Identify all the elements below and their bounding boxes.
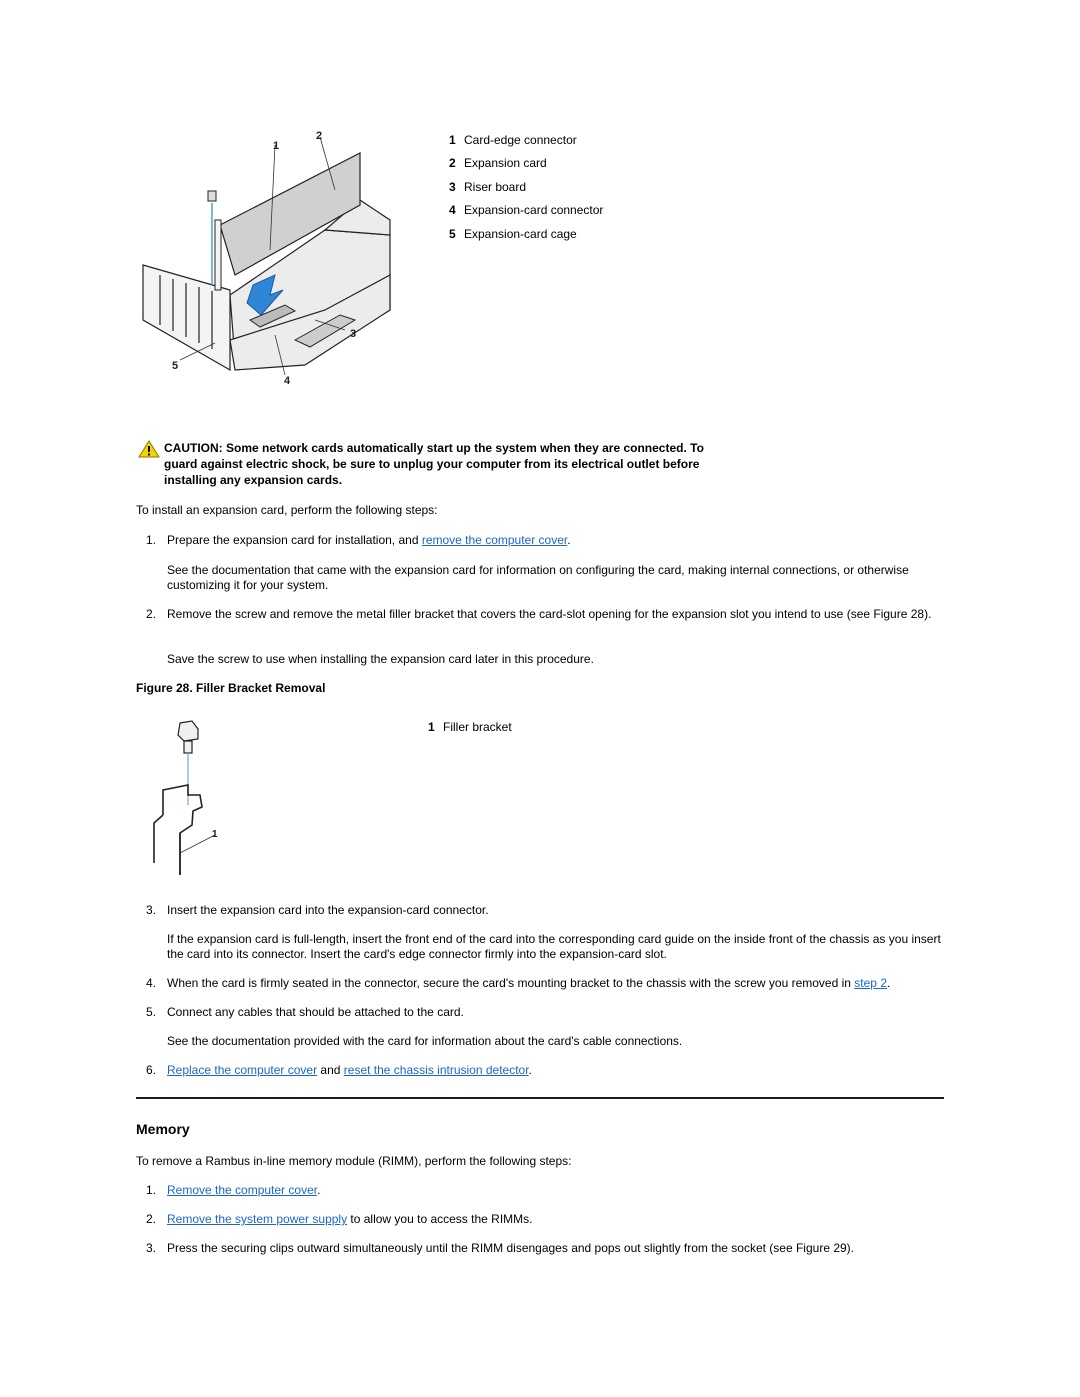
callout-4: 4 [284, 375, 291, 387]
legend-number: 4 [449, 203, 456, 218]
step-text: and [317, 1063, 344, 1077]
legend-item: 1 Card-edge connector [449, 132, 603, 155]
callout-5: 5 [172, 360, 178, 372]
step-number: 2. [146, 1212, 157, 1226]
legend-number: 5 [449, 226, 456, 241]
remove-cover-link[interactable]: Remove the computer cover [167, 1183, 317, 1197]
step-number: 5. [146, 1005, 157, 1019]
remove-cover-link[interactable]: remove the computer cover [422, 533, 567, 547]
expansion-card-installation-figure: 1 2 3 4 5 [142, 130, 391, 387]
figure-28-caption: Figure 28. Filler Bracket Removal [136, 681, 326, 695]
caution-text-line: guard against electric shock, be sure to… [164, 457, 700, 471]
step-number: 1. [146, 1183, 157, 1197]
legend-item: 2 Expansion card [449, 155, 603, 178]
step-number: 6. [146, 1063, 157, 1077]
step-5-note: See the documentation provided with the … [167, 1034, 683, 1048]
callout-3: 3 [350, 328, 356, 340]
legend-label: Filler bracket [443, 720, 512, 734]
install-step-5: 5. Connect any cables that should be att… [146, 1005, 946, 1020]
callout-2: 2 [316, 130, 322, 142]
install-intro: To install an expansion card, perform th… [136, 503, 438, 517]
filler-bracket-figure: 1 [153, 720, 218, 875]
figure-legend: 1 Card-edge connector 2 Expansion card 3 Ri… [449, 132, 603, 249]
step-text: . [317, 1183, 321, 1197]
step-number: 3. [146, 903, 157, 917]
install-step-1: 1. Prepare the expansion card for instal… [146, 533, 946, 548]
memory-heading: Memory [136, 1121, 190, 1137]
step-number: 4. [146, 976, 157, 990]
step-text: Remove the screw and remove the metal fi… [167, 607, 932, 621]
step-text: . [887, 976, 891, 990]
replace-cover-link[interactable]: Replace the computer cover [167, 1063, 317, 1077]
callout-1: 1 [212, 829, 218, 840]
step-text: to allow you to access the RIMMs. [347, 1212, 533, 1226]
legend-label: Card-edge connector [464, 133, 577, 147]
reset-intrusion-detector-link[interactable]: reset the chassis intrusion detector [344, 1063, 529, 1077]
callout-1: 1 [273, 140, 279, 152]
step-1-note: See the documentation that came with the… [167, 563, 909, 592]
legend-label: Expansion-card connector [464, 203, 604, 218]
step-3-note: If the expansion card is full-length, in… [167, 932, 941, 961]
legend-label: Expansion-card cage [464, 226, 577, 241]
step-text: Prepare the expansion card for installat… [167, 533, 422, 547]
caution-text-line: CAUTION: Some network cards automaticall… [164, 441, 704, 455]
step-text: When the card is firmly seated in the co… [167, 976, 855, 990]
install-step-4: 4. When the card is firmly seated in the… [146, 976, 946, 991]
install-step-3: 3. Insert the expansion card into the ex… [146, 903, 946, 918]
install-step-2: 2. Remove the screw and remove the metal… [146, 607, 946, 622]
step-text: . [567, 533, 571, 547]
caution-notice: CAUTION: Some network cards automaticall… [138, 440, 758, 488]
legend-number: 1 [449, 133, 456, 147]
legend-label: Expansion card [464, 156, 547, 171]
legend-label: Riser board [464, 179, 527, 194]
step-2-note: Save the screw to use when installing th… [167, 652, 594, 666]
legend-item: 4 Expansion-card connector [449, 202, 603, 225]
memory-step-3: 3. Press the securing clips outward simu… [146, 1241, 946, 1256]
remove-power-supply-link[interactable]: Remove the system power supply [167, 1212, 347, 1226]
caution-text-line: installing any expansion cards. [164, 473, 343, 487]
figure-28-legend: 1 Filler bracket [428, 719, 512, 742]
step-number: 1. [146, 533, 157, 547]
step-number: 2. [146, 607, 157, 621]
memory-intro: To remove a Rambus in-line memory module… [136, 1154, 572, 1168]
section-divider [136, 1097, 944, 1099]
warning-triangle-icon [138, 440, 160, 458]
legend-number: 2 [449, 156, 456, 171]
step-text: Connect any cables that should be attach… [167, 1005, 464, 1019]
step-number: 3. [146, 1241, 157, 1255]
memory-step-1: 1. Remove the computer cover. [146, 1183, 946, 1198]
legend-item: 1 Filler bracket [428, 719, 512, 742]
install-step-6: 6. Replace the computer cover and reset … [146, 1063, 946, 1078]
memory-step-2: 2. Remove the system power supply to all… [146, 1212, 946, 1227]
legend-item: 3 Riser board [449, 179, 603, 202]
step-text: . [528, 1063, 532, 1077]
legend-number: 3 [449, 179, 456, 194]
step-2-link[interactable]: step 2 [854, 976, 887, 990]
step-text: Press the securing clips outward simulta… [167, 1241, 854, 1255]
legend-item: 5 Expansion-card cage [449, 226, 603, 249]
legend-number: 1 [428, 720, 435, 734]
step-text: Insert the expansion card into the expan… [167, 903, 489, 917]
